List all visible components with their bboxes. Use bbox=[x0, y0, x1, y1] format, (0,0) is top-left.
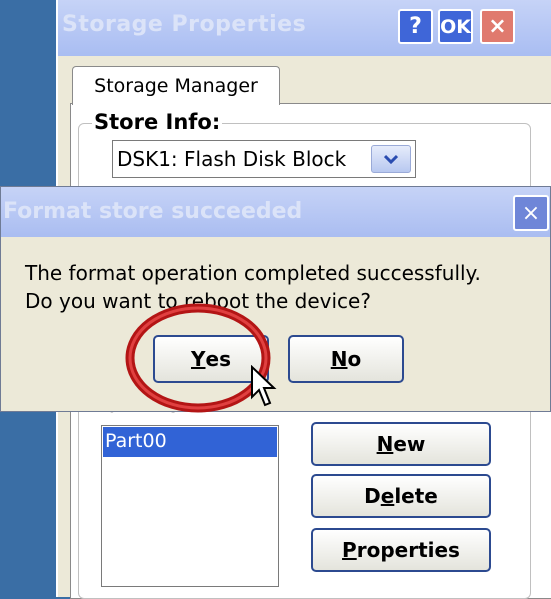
title-bar[interactable]: Storage Properties ? OK × bbox=[58, 0, 551, 56]
window-title: Storage Properties bbox=[62, 12, 307, 37]
new-partition-button[interactable]: New bbox=[311, 422, 491, 466]
dialog-title: Format store succeeded bbox=[3, 199, 303, 224]
partition-properties-button[interactable]: Properties bbox=[311, 528, 491, 572]
delete-button-mnemonic: e bbox=[380, 484, 395, 508]
properties-button-mnemonic: P bbox=[342, 538, 357, 562]
chevron-down-icon[interactable] bbox=[371, 145, 411, 173]
store-select[interactable]: DSK1: Flash Disk Block bbox=[112, 140, 416, 178]
store-info-label: Store Info: bbox=[92, 110, 223, 134]
tab-storage-manager[interactable]: Storage Manager bbox=[72, 66, 280, 105]
close-button[interactable]: × bbox=[480, 9, 515, 44]
list-item[interactable]: Part00 bbox=[103, 427, 277, 457]
yes-button-post: es bbox=[205, 347, 231, 371]
delete-button-pre: D bbox=[364, 484, 381, 508]
dialog-message-line2: Do you want to reboot the device? bbox=[25, 289, 371, 313]
dialog-title-bar[interactable]: Format store succeeded × bbox=[1, 187, 550, 237]
dialog-message-line1: The format operation completed successfu… bbox=[25, 261, 481, 285]
yes-button[interactable]: Yes bbox=[153, 335, 269, 383]
delete-button-post: lete bbox=[394, 484, 438, 508]
new-button-mnemonic: N bbox=[376, 432, 394, 456]
no-button-mnemonic: N bbox=[330, 347, 348, 371]
no-button-post: o bbox=[347, 347, 362, 371]
store-select-value: DSK1: Flash Disk Block bbox=[117, 147, 347, 171]
yes-button-mnemonic: Y bbox=[191, 347, 206, 371]
new-button-post: ew bbox=[393, 432, 426, 456]
properties-button-post: roperties bbox=[356, 538, 460, 562]
help-button[interactable]: ? bbox=[398, 9, 433, 44]
format-succeeded-dialog: Format store succeeded × The format oper… bbox=[0, 186, 551, 412]
partitions-list[interactable]: Part00 bbox=[101, 425, 279, 587]
delete-partition-button[interactable]: De lete bbox=[311, 474, 491, 518]
ok-button[interactable]: OK bbox=[438, 9, 473, 44]
dialog-message: The format operation completed successfu… bbox=[25, 259, 481, 315]
dialog-close-button[interactable]: × bbox=[513, 195, 549, 231]
no-button[interactable]: No bbox=[288, 335, 404, 383]
